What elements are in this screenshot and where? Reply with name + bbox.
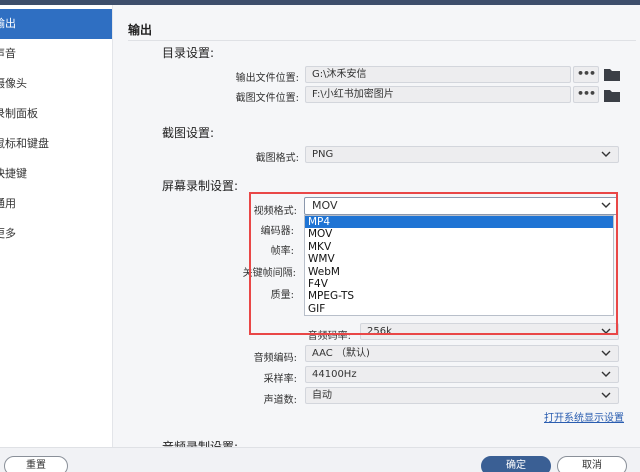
sidebar-item-label: 摄像头 — [0, 77, 27, 90]
recording-section-heading: 屏幕录制设置: — [162, 179, 239, 193]
video-format-option[interactable]: F4V — [305, 278, 613, 290]
audio-codec-select[interactable]: AAC （默认) — [305, 345, 619, 362]
screenshot-format-value: PNG — [312, 149, 334, 160]
video-format-option[interactable]: WebM — [305, 266, 613, 278]
chevron-down-icon — [601, 392, 611, 398]
page-title: 输出 — [128, 23, 153, 37]
video-format-option[interactable]: WMV — [305, 253, 613, 265]
channels-label: 声道数: — [263, 395, 297, 406]
chevron-down-icon — [601, 328, 611, 334]
screenshot-folder-icon[interactable] — [604, 88, 620, 102]
sidebar-item-label: 更多 — [0, 227, 16, 240]
sample-rate-select[interactable]: 44100Hz — [305, 366, 619, 383]
screenshot-browse-button[interactable]: ••• — [573, 86, 599, 103]
output-folder-icon[interactable] — [604, 67, 620, 81]
audio-section-heading: 音频录制设置: — [162, 440, 239, 447]
sidebar-item-output[interactable]: 输出 — [0, 9, 112, 39]
sidebar-item-sound[interactable]: 声音 — [0, 39, 112, 69]
sidebar-item-more[interactable]: 更多 — [0, 219, 112, 249]
video-format-options: MP4 MOV MKV WMV WebM F4V MPEG-TS GIF — [304, 215, 614, 316]
video-format-option[interactable]: MP4 — [305, 216, 613, 229]
sidebar: 输出 声音 摄像头 录制面板 鼠标和键盘 快捷键 通用 更多 — [0, 5, 112, 472]
chevron-down-icon — [601, 371, 611, 377]
ok-button[interactable]: 确定 — [481, 456, 551, 472]
video-format-select[interactable]: MOV — [304, 197, 618, 215]
video-format-option[interactable]: MKV — [305, 241, 613, 253]
sidebar-item-label: 通用 — [0, 197, 16, 210]
audio-codec-label: 音频编码: — [253, 353, 297, 364]
reset-button[interactable]: 重置 — [4, 456, 68, 472]
directory-section-heading: 目录设置: — [162, 46, 215, 60]
chevron-down-icon — [601, 151, 611, 157]
channels-value: 自动 — [312, 390, 332, 401]
sample-rate-label: 采样率: — [263, 374, 297, 385]
chevron-down-icon — [601, 202, 611, 208]
sidebar-item-label: 输出 — [0, 17, 16, 30]
sample-rate-value: 44100Hz — [312, 369, 357, 380]
sidebar-item-label: 声音 — [0, 47, 16, 60]
title-divider — [128, 40, 636, 41]
audio-codec-value: AAC （默认) — [312, 348, 370, 359]
sidebar-item-hotkeys[interactable]: 快捷键 — [0, 159, 112, 189]
audio-bitrate-label: 音频码率: — [307, 331, 351, 342]
sidebar-item-camera[interactable]: 摄像头 — [0, 69, 112, 99]
screenshot-section-heading: 截图设置: — [162, 126, 215, 140]
screenshot-format-select[interactable]: PNG — [305, 146, 619, 163]
quality-label: 质量: — [270, 290, 294, 301]
fps-label: 帧率: — [270, 246, 294, 257]
output-location-field[interactable]: G:\沐禾安信 — [305, 66, 571, 83]
sidebar-item-general[interactable]: 通用 — [0, 189, 112, 219]
channels-select[interactable]: 自动 — [305, 387, 619, 404]
video-format-label: 视频格式: — [253, 206, 297, 217]
sidebar-item-label: 录制面板 — [0, 107, 38, 120]
output-browse-button[interactable]: ••• — [573, 66, 599, 83]
screenshot-location-label: 截图文件位置: — [235, 93, 299, 104]
chevron-down-icon — [601, 350, 611, 356]
screenshot-location-field[interactable]: F:\小红书加密图片 — [305, 86, 571, 103]
encoder-label: 编码器: — [260, 226, 294, 237]
audio-bitrate-select[interactable]: 256k — [360, 323, 619, 340]
sidebar-item-label: 鼠标和键盘 — [0, 137, 49, 150]
sidebar-item-record-panel[interactable]: 录制面板 — [0, 99, 112, 129]
output-location-label: 输出文件位置: — [235, 73, 299, 84]
keyframe-interval-label: 关键帧间隔: — [242, 268, 296, 279]
video-format-option[interactable]: MOV — [305, 228, 613, 240]
audio-bitrate-value: 256k — [367, 326, 392, 337]
open-system-display-settings-link[interactable]: 打开系统显示设置 — [544, 409, 624, 424]
sidebar-item-label: 快捷键 — [0, 167, 27, 180]
cancel-button[interactable]: 取消 — [557, 456, 627, 472]
video-format-option[interactable]: MPEG-TS — [305, 290, 613, 302]
sidebar-item-mouse-keyboard[interactable]: 鼠标和键盘 — [0, 129, 112, 159]
video-format-option[interactable]: GIF — [305, 303, 613, 315]
screenshot-format-label: 截图格式: — [255, 153, 299, 164]
video-format-value: MOV — [312, 199, 338, 212]
